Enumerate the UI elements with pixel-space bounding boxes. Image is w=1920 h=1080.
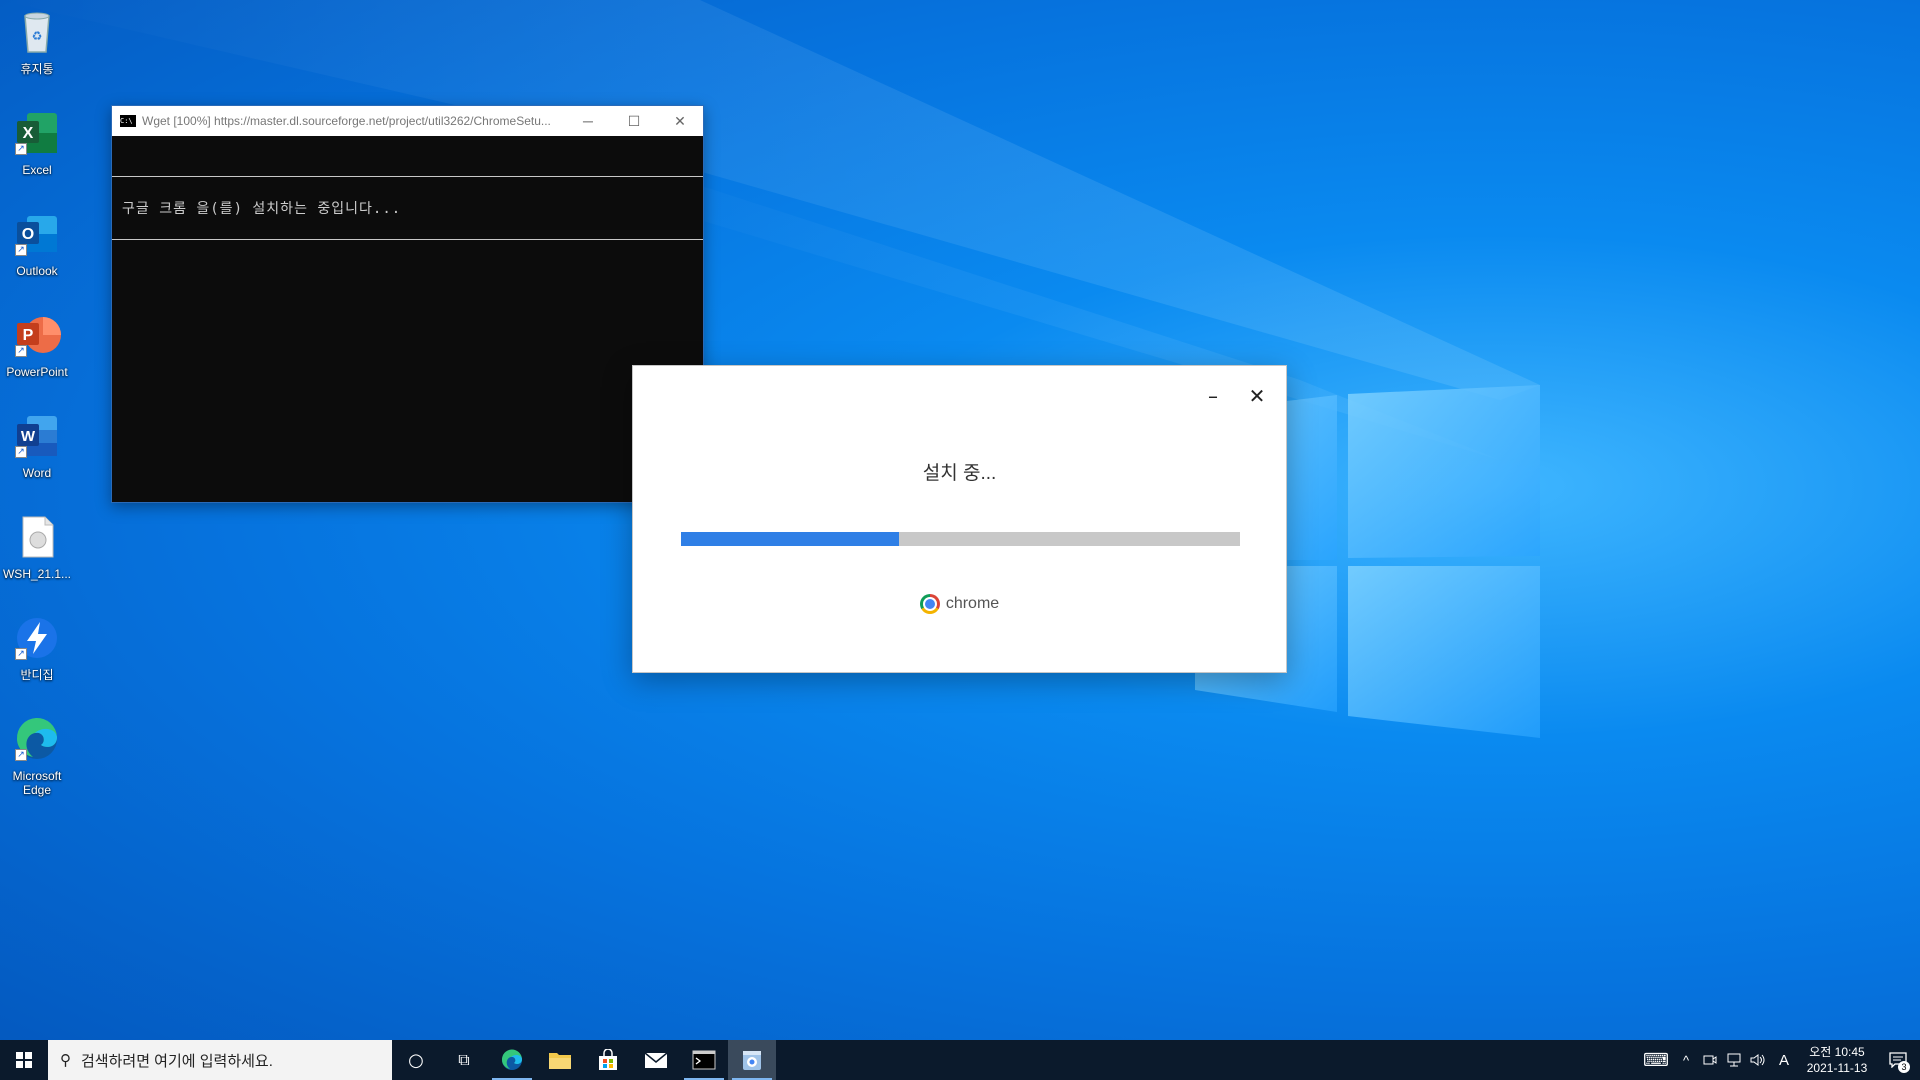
svg-text:P: P	[23, 327, 34, 344]
taskbar-search-box[interactable]: ⚲ 검색하려면 여기에 입력하세요.	[48, 1040, 392, 1080]
command-prompt-icon: C:\	[120, 115, 136, 127]
taskbar-app-mail[interactable]	[632, 1040, 680, 1080]
desktop-icon-excel[interactable]: X ↗ Excel	[2, 105, 72, 201]
desktop-icon-word[interactable]: W ↗ Word	[2, 408, 72, 504]
desktop-icon-recycle-bin[interactable]: ♻ 휴지통	[2, 4, 72, 100]
install-progress-fill	[681, 532, 899, 546]
notification-count-badge: 3	[1898, 1061, 1910, 1073]
store-icon	[599, 1049, 617, 1070]
chrome-brand-label: chrome	[945, 595, 1000, 612]
svg-text:O: O	[22, 226, 34, 243]
tray-ime-button[interactable]: A	[1770, 1040, 1798, 1080]
installer-icon	[743, 1051, 761, 1070]
file-explorer-icon	[549, 1053, 571, 1069]
chrome-brand: chrome	[633, 594, 1286, 614]
chrome-installer-dialog[interactable]: – ✕ 설치 중... chrome	[632, 365, 1287, 673]
keyboard-icon: ⌨	[1643, 1049, 1669, 1070]
taskbar-app-store[interactable]	[584, 1040, 632, 1080]
shortcut-arrow-icon: ↗	[15, 648, 27, 660]
desktop-icon-label: Microsoft Edge	[12, 769, 62, 797]
start-button[interactable]	[0, 1040, 48, 1080]
tray-overflow-button[interactable]: ^	[1674, 1040, 1698, 1080]
desktop-icon-label: Outlook	[16, 264, 58, 278]
install-progress-bar	[681, 532, 1240, 546]
terminal-icon	[692, 1050, 716, 1070]
desktop-icon-label: 반디집	[20, 668, 54, 682]
shortcut-arrow-icon: ↗	[15, 345, 27, 357]
cortana-button[interactable]: ○	[392, 1040, 440, 1080]
desktop-icon-label: 휴지통	[20, 62, 54, 76]
shortcut-arrow-icon: ↗	[15, 143, 27, 155]
shortcut-arrow-icon: ↗	[15, 446, 27, 458]
desktop-icon-label: Word	[22, 466, 52, 480]
console-window[interactable]: C:\ Wget [100%] https://master.dl.source…	[111, 105, 704, 503]
task-view-icon: ⧉	[458, 1050, 470, 1069]
console-output: 구글 크롬 을(를) 설치하는 중입니다...	[112, 136, 703, 503]
taskbar-app-terminal[interactable]	[680, 1040, 728, 1080]
mail-icon	[644, 1052, 668, 1068]
excel-icon: X ↗	[13, 109, 61, 157]
console-divider	[112, 239, 703, 240]
search-icon: ⚲	[60, 1052, 71, 1069]
console-divider	[112, 176, 703, 177]
file-icon	[13, 513, 61, 561]
tray-volume-button[interactable]	[1746, 1040, 1770, 1080]
console-title: Wget [100%] https://master.dl.sourceforg…	[142, 114, 551, 128]
edge-icon: ↗	[13, 715, 61, 763]
word-icon: W ↗	[13, 412, 61, 460]
system-tray: ⌨ ^ A 오전 10:45 2021-11-13 3	[1638, 1040, 1920, 1080]
search-placeholder: 검색하려면 여기에 입력하세요.	[81, 1052, 273, 1070]
installer-minimize-button[interactable]: –	[1199, 382, 1227, 410]
desktop-icon-edge[interactable]: ↗ Microsoft Edge	[2, 711, 72, 807]
task-view-button[interactable]: ⧉	[440, 1040, 488, 1080]
shortcut-arrow-icon: ↗	[15, 749, 27, 761]
action-center-button[interactable]: 3	[1876, 1040, 1920, 1080]
console-maximize-button[interactable]: ☐	[611, 106, 657, 136]
tray-meet-now-button[interactable]	[1698, 1040, 1722, 1080]
installer-close-button[interactable]: ✕	[1243, 382, 1271, 410]
install-status-text: 설치 중...	[922, 463, 997, 484]
clock-time: 오전 10:45	[1809, 1045, 1865, 1059]
desktop-icon-label: WSH_21.1...	[2, 567, 72, 581]
taskbar-clock[interactable]: 오전 10:45 2021-11-13	[1798, 1044, 1876, 1076]
chevron-up-icon: ^	[1682, 1052, 1690, 1068]
console-titlebar[interactable]: C:\ Wget [100%] https://master.dl.source…	[112, 106, 703, 136]
desktop-icon-wsh-file[interactable]: WSH_21.1...	[2, 509, 72, 605]
console-minimize-button[interactable]: ─	[565, 106, 611, 136]
powerpoint-icon: P ↗	[13, 311, 61, 359]
network-icon	[1727, 1053, 1741, 1067]
taskbar: ⚲ 검색하려면 여기에 입력하세요. ○ ⧉ ⌨ ^ A 오전 10:45 20…	[0, 1040, 1920, 1080]
ime-indicator: A	[1778, 1051, 1789, 1069]
svg-text:♻: ♻	[32, 29, 43, 43]
bandizip-icon: ↗	[13, 614, 61, 662]
taskbar-app-edge[interactable]	[488, 1040, 536, 1080]
desktop-icon-label: PowerPoint	[6, 365, 68, 379]
chrome-logo-icon	[919, 594, 940, 614]
desktop-icon-powerpoint[interactable]: P ↗ PowerPoint	[2, 307, 72, 403]
taskbar-app-file-explorer[interactable]	[536, 1040, 584, 1080]
console-close-button[interactable]: ✕	[657, 106, 703, 136]
outlook-icon: O ↗	[13, 210, 61, 258]
speaker-icon	[1750, 1054, 1765, 1066]
shortcut-arrow-icon: ↗	[15, 244, 27, 256]
clock-date: 2021-11-13	[1806, 1061, 1868, 1075]
svg-text:X: X	[23, 125, 34, 142]
desktop-icon-outlook[interactable]: O ↗ Outlook	[2, 206, 72, 302]
cortana-icon: ○	[408, 1049, 424, 1071]
taskbar-app-installer[interactable]	[728, 1040, 776, 1080]
desktop-icon-bandizip[interactable]: ↗ 반디집	[2, 610, 72, 706]
console-message: 구글 크롬 을(를) 설치하는 중입니다...	[122, 201, 402, 217]
tray-network-button[interactable]	[1722, 1040, 1746, 1080]
tray-keyboard-button[interactable]: ⌨	[1638, 1040, 1674, 1080]
desktop-icon-label: Excel	[22, 163, 52, 177]
svg-text:W: W	[21, 428, 36, 445]
windows-logo-icon	[16, 1052, 32, 1068]
recycle-bin-icon: ♻	[13, 8, 61, 56]
edge-icon	[501, 1049, 522, 1070]
camera-icon	[1703, 1055, 1717, 1065]
